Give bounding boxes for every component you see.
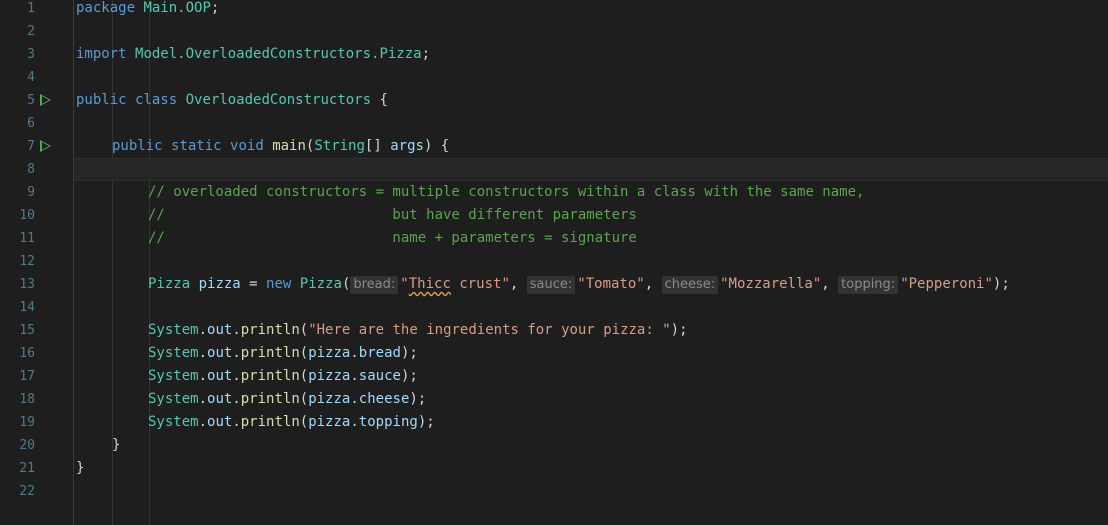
code-line: System.out.println("Here are the ingredi…: [148, 322, 688, 338]
parameter-hint-sauce: sauce:: [526, 276, 576, 294]
line-number: 4: [27, 70, 35, 85]
line-number: 15: [19, 323, 35, 338]
line-number-gutter: 1 2 3 4 5 6 7 8 9 10 11 12 13 14 15 16 1…: [0, 0, 74, 525]
code-line: Pizza pizza = new Pizza(bread: "Thicc cru…: [148, 276, 1010, 294]
line-number: 18: [19, 392, 35, 407]
code-editor[interactable]: 1 2 3 4 5 6 7 8 9 10 11 12 13 14 15 16 1…: [0, 0, 1108, 525]
line-number: 13: [19, 277, 35, 292]
closing-brace: }: [76, 460, 85, 476]
line-number: 8: [27, 162, 35, 177]
line-number: 16: [19, 346, 35, 361]
line-number: 6: [27, 116, 35, 131]
closing-brace: }: [112, 437, 121, 453]
current-line-highlight: [74, 158, 1108, 181]
line-number: 10: [19, 208, 35, 223]
parameter-hint-topping: topping:: [838, 276, 899, 294]
code-line: public class OverloadedConstructors {: [76, 92, 388, 108]
line-number: 21: [19, 461, 35, 476]
run-main-icon[interactable]: [40, 140, 51, 152]
run-class-icon[interactable]: [40, 94, 51, 106]
line-number: 17: [19, 369, 35, 384]
code-line: public static void main(String[] args) {: [112, 138, 450, 154]
line-number: 9: [27, 185, 35, 200]
line-number: 22: [19, 484, 35, 499]
comment-line: // overloaded constructors = multiple co…: [148, 184, 865, 200]
line-number: 19: [19, 415, 35, 430]
code-line: System.out.println(pizza.sauce);: [148, 368, 418, 384]
code-area[interactable]: package Main.OOP; import Model.Overloade…: [74, 0, 1108, 525]
comment-line: // but have different parameters: [148, 207, 637, 223]
line-number: 3: [27, 47, 35, 62]
line-number: 20: [19, 438, 35, 453]
code-line: System.out.println(pizza.bread);: [148, 345, 418, 361]
line-number: 14: [19, 300, 35, 315]
code-line: System.out.println(pizza.topping);: [148, 414, 435, 430]
comment-line: // name + parameters = signature: [148, 230, 637, 246]
parameter-hint-bread: bread:: [350, 276, 399, 294]
code-line: System.out.println(pizza.cheese);: [148, 391, 427, 407]
code-line: import Model.OverloadedConstructors.Pizz…: [76, 46, 431, 62]
line-number: 11: [19, 231, 35, 246]
line-number: 2: [27, 24, 35, 39]
line-number: 5: [0, 89, 73, 112]
line-number: 12: [19, 254, 35, 269]
spelling-warning[interactable]: Thicc: [409, 276, 451, 292]
line-number: 1: [27, 1, 35, 16]
parameter-hint-cheese: cheese:: [661, 276, 719, 294]
line-number: 7: [0, 135, 73, 158]
code-line: package Main.OOP;: [76, 0, 220, 16]
